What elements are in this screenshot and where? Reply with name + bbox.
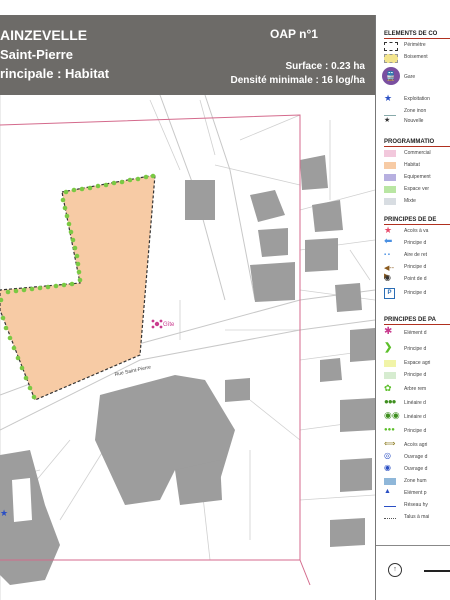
legend-section-paysage: PRINCIPES DE PA xyxy=(384,317,450,325)
legend-item: ★ Exploitation xyxy=(384,93,430,103)
woodland-icon xyxy=(384,54,398,63)
legend-item: Espace agri xyxy=(382,359,450,369)
mixed-swatch xyxy=(384,198,396,205)
chevron-right-icon: ❯ xyxy=(384,342,393,353)
legend-item: Zone hum xyxy=(382,477,450,487)
legend-item: Talus à mai xyxy=(382,513,450,523)
density-label: Densité minimale : 16 log/ha xyxy=(230,75,365,86)
train-icon: 🚆 xyxy=(382,67,400,85)
legend-item: ▲ Elément p xyxy=(384,488,427,496)
perimeter-icon xyxy=(384,42,398,51)
title-line-1: AINZEVELLE xyxy=(0,27,88,43)
star-icon: ★ xyxy=(384,93,393,103)
parking-icon: P xyxy=(384,288,395,299)
gite-label: Gîte xyxy=(163,322,175,328)
legend-item: 🚆 Gare xyxy=(382,67,450,87)
double-arrow-icon: ⟺ xyxy=(384,439,396,448)
hedge-ring-icon: ◉◉ xyxy=(384,410,400,420)
north-arrow-icon: ↑ xyxy=(388,563,402,577)
principle-swatch xyxy=(384,372,396,379)
triangle-icon: ▲ xyxy=(384,488,391,495)
commercial-swatch xyxy=(384,150,396,157)
legend-section-desserte: PRINCIPES DE DE xyxy=(384,217,450,225)
habitat-swatch xyxy=(384,162,396,169)
legend-item: ◉◉ Linéaire d xyxy=(384,410,426,420)
legend-item: Habitat xyxy=(382,161,450,171)
legend-item: Réseau hy xyxy=(382,501,450,511)
drain-icon: ◎ xyxy=(384,451,391,460)
street-label: Rue Saint-Pierre xyxy=(114,364,152,378)
legend-item: P Principe d xyxy=(382,288,450,299)
water-line-icon xyxy=(384,502,396,507)
legend-item: Espace ver xyxy=(382,185,450,195)
legend-item: ◀--▶ Principe d xyxy=(384,264,427,280)
blue-star-icon: ★ xyxy=(0,508,8,518)
scale-bar xyxy=(424,570,450,572)
legend-item: ★ Nouvelle xyxy=(384,117,424,124)
drain-ring-icon: ◉ xyxy=(384,463,391,472)
title-line-2: Saint-Pierre xyxy=(0,47,73,62)
embankment-icon xyxy=(384,514,396,519)
legend-item: Principe d xyxy=(382,371,450,381)
legend-item: Equipement xyxy=(382,173,450,183)
access-icon: ★ xyxy=(384,225,393,235)
legend-item: ●●● Linéaire d xyxy=(384,397,426,406)
turnaround-icon: ▪ ▪ xyxy=(384,252,390,258)
double-arrow-icon: ◀--▶ xyxy=(384,265,395,280)
arrow-left-icon: ⬅ xyxy=(384,236,393,247)
legend-item: ◉ Point de d xyxy=(384,273,427,282)
wetland-swatch xyxy=(384,478,396,485)
legend-item: ◎ Ouvrage d xyxy=(384,451,428,460)
flower-icon: ✱ xyxy=(384,326,393,337)
dots-icon: ●●● xyxy=(384,427,395,433)
legend-item: ❯ Principe d xyxy=(384,342,427,353)
equipment-swatch xyxy=(384,174,396,181)
legend-section-elements: ELEMENTS DE CO xyxy=(384,31,450,39)
green-space-swatch xyxy=(384,186,396,193)
legend-item: ✱ Elément d xyxy=(384,326,427,337)
legend-item: Boisement xyxy=(382,53,450,63)
legend-item: Mixte xyxy=(382,197,450,207)
small-star-icon: ★ xyxy=(384,117,391,124)
title-line-3: rincipale : Habitat xyxy=(0,66,110,81)
surface-label: Surface : 0.23 ha xyxy=(285,61,365,72)
gite-icon xyxy=(151,319,163,329)
legend-panel: ELEMENTS DE CO Périmètre Boisement 🚆 Gar… xyxy=(375,15,450,600)
oap-label: OAP n°1 xyxy=(270,27,318,41)
legend-item: ⬅ Principe d xyxy=(384,236,427,247)
legend-item: ✿ Arbre rem xyxy=(384,383,427,393)
legend-item: ●●● Principe d xyxy=(384,427,427,434)
legend-footer-divider xyxy=(376,545,450,546)
flood-zone-icon xyxy=(384,108,396,116)
legend-item: ⟺ Accès agri xyxy=(384,439,428,448)
legend-item: ◉ Ouvrage d xyxy=(384,463,428,472)
legend-item: Commercial xyxy=(382,149,450,159)
point-icon: ◉ xyxy=(384,273,391,282)
header-banner: AINZEVELLE Saint-Pierre rincipale : Habi… xyxy=(0,15,375,95)
legend-item: ▪ ▪ Aire de ret xyxy=(384,252,428,258)
legend-section-programmation: PROGRAMMATIO xyxy=(384,139,450,147)
tree-icon: ✿ xyxy=(384,383,392,393)
oap-perimeter-tail xyxy=(299,559,311,586)
farmland-swatch xyxy=(384,360,396,367)
legend-item: Périmètre xyxy=(382,41,450,51)
hedge-line-icon: ●●● xyxy=(384,397,397,406)
